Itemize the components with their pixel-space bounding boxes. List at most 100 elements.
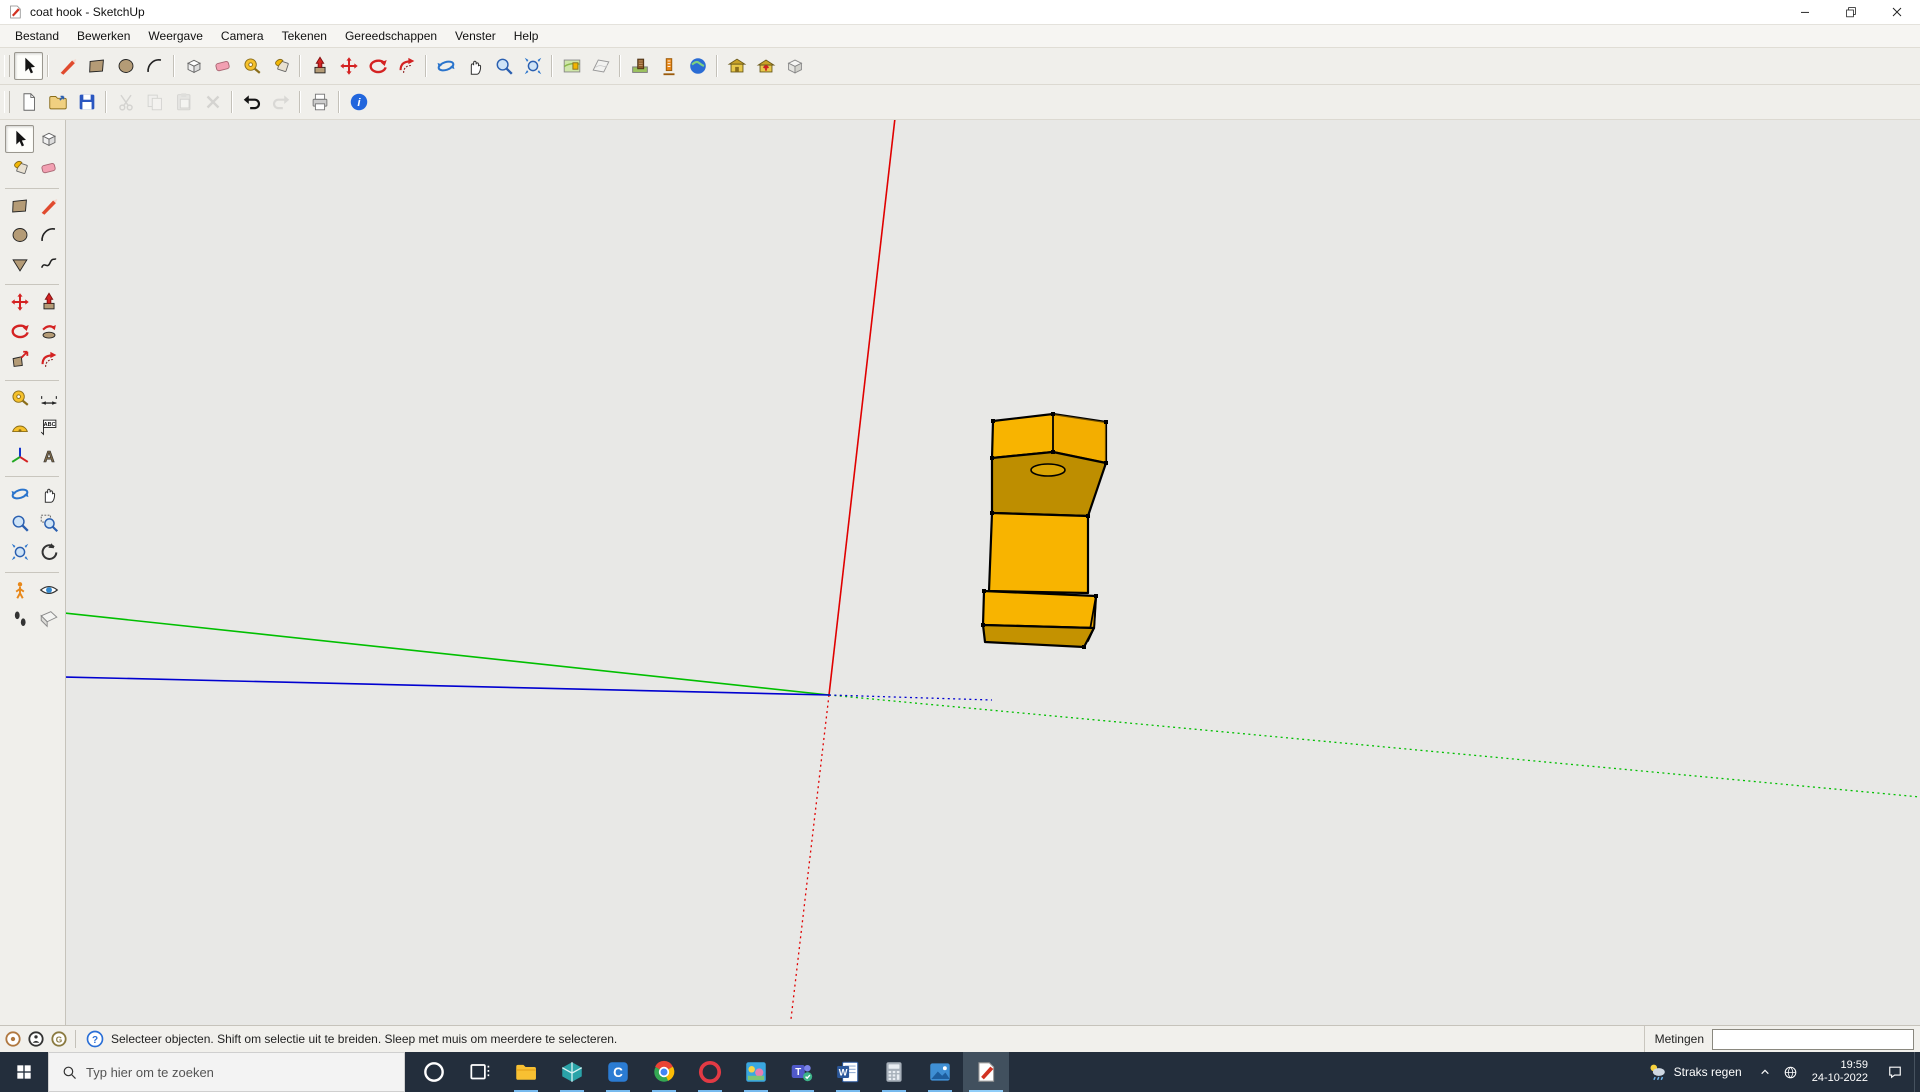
menu-bestand[interactable]: Bestand xyxy=(6,26,68,46)
taskbar-task-view[interactable] xyxy=(457,1052,503,1092)
palette-previous-button[interactable] xyxy=(34,538,63,566)
palette-follow-me-button[interactable] xyxy=(34,317,63,345)
palette-offset-button[interactable] xyxy=(34,346,63,374)
tool-share-model-button[interactable] xyxy=(751,52,780,80)
palette-scale-button[interactable] xyxy=(5,346,34,374)
taskbar-file-explorer[interactable] xyxy=(503,1052,549,1092)
tool-eraser-button[interactable] xyxy=(208,52,237,80)
standard-print-button[interactable] xyxy=(305,88,334,116)
palette-look-around-button[interactable] xyxy=(34,576,63,604)
standard-delete-button[interactable] xyxy=(198,88,227,116)
palette-zoom-button[interactable] xyxy=(5,509,34,537)
taskbar-sketchup[interactable] xyxy=(963,1052,1009,1092)
palette-zoom-window-button[interactable] xyxy=(34,509,63,537)
drawing-viewport[interactable] xyxy=(66,120,1920,1025)
palette-3d-text-button[interactable]: A xyxy=(34,442,63,470)
standard-undo-button[interactable] xyxy=(237,88,266,116)
sign-in-icon[interactable]: G xyxy=(49,1029,69,1049)
standard-cut-button[interactable] xyxy=(111,88,140,116)
taskbar-word[interactable]: W xyxy=(825,1052,871,1092)
tool-add-location-button[interactable] xyxy=(557,52,586,80)
menu-venster[interactable]: Venster xyxy=(446,26,505,46)
taskbar-teams[interactable]: T xyxy=(779,1052,825,1092)
palette-move-button[interactable] xyxy=(5,288,34,316)
tool-zoom-extents-button[interactable] xyxy=(518,52,547,80)
standard-copy-button[interactable] xyxy=(140,88,169,116)
hidden-icons-chevron[interactable] xyxy=(1752,1052,1778,1092)
palette-rotate-button[interactable] xyxy=(5,317,34,345)
palette-push-pull-button[interactable] xyxy=(34,288,63,316)
palette-axes-button[interactable] xyxy=(5,442,34,470)
standard-model-info-button[interactable]: i xyxy=(344,88,373,116)
palette-protractor-button[interactable] xyxy=(5,413,34,441)
tool-push-pull-button[interactable] xyxy=(305,52,334,80)
palette-circle-button[interactable] xyxy=(5,221,34,249)
palette-section-plane-button[interactable] xyxy=(34,605,63,633)
start-button[interactable] xyxy=(0,1052,48,1092)
tool-circle-button[interactable] xyxy=(111,52,140,80)
tool-select-button[interactable] xyxy=(14,52,43,80)
minimize-button[interactable] xyxy=(1782,0,1828,24)
restore-button[interactable] xyxy=(1828,0,1874,24)
palette-text-button[interactable]: ABC xyxy=(34,413,63,441)
toolbar-grip[interactable] xyxy=(4,55,10,77)
tool-tape-measure-button[interactable] xyxy=(237,52,266,80)
palette-position-camera-button[interactable] xyxy=(5,576,34,604)
palette-paint-bucket-button[interactable] xyxy=(5,154,34,182)
taskbar-calculator[interactable] xyxy=(871,1052,917,1092)
taskbar-clock[interactable]: 19:59 24-10-2022 xyxy=(1804,1059,1876,1085)
tool-rotate-button[interactable] xyxy=(363,52,392,80)
palette-arc-button[interactable] xyxy=(34,221,63,249)
tool-arc-button[interactable] xyxy=(140,52,169,80)
tool-move-button[interactable] xyxy=(334,52,363,80)
tool-line-button[interactable] xyxy=(53,52,82,80)
toolbar-grip[interactable] xyxy=(4,91,10,113)
palette-pan-button[interactable] xyxy=(34,480,63,508)
tool-get-models-button[interactable] xyxy=(722,52,751,80)
tool-add-building-button[interactable] xyxy=(654,52,683,80)
taskbar-sims4[interactable] xyxy=(733,1052,779,1092)
palette-make-component-button[interactable] xyxy=(34,125,63,153)
tool-google-earth-button[interactable] xyxy=(683,52,712,80)
palette-tape-measure-button[interactable] xyxy=(5,384,34,412)
standard-redo-button[interactable] xyxy=(266,88,295,116)
palette-polygon-button[interactable] xyxy=(5,250,34,278)
taskbar-opera[interactable] xyxy=(687,1052,733,1092)
tool-photo-textures-button[interactable] xyxy=(625,52,654,80)
tool-zoom-button[interactable] xyxy=(489,52,518,80)
palette-eraser-button[interactable] xyxy=(34,154,63,182)
menu-tekenen[interactable]: Tekenen xyxy=(273,26,336,46)
coat-hook-model[interactable] xyxy=(981,412,1108,649)
taskbar-clipchamp[interactable]: C xyxy=(595,1052,641,1092)
menu-camera[interactable]: Camera xyxy=(212,26,273,46)
help-icon[interactable]: ? xyxy=(85,1029,105,1049)
palette-freehand-button[interactable] xyxy=(34,250,63,278)
close-button[interactable] xyxy=(1874,0,1920,24)
notification-center-button[interactable] xyxy=(1876,1052,1914,1092)
geolocation-status-icon[interactable] xyxy=(3,1029,23,1049)
tool-send-to-layout-button[interactable] xyxy=(780,52,809,80)
palette-rectangle-button[interactable] xyxy=(5,192,34,220)
network-tray-icon[interactable] xyxy=(1778,1052,1804,1092)
standard-new-button[interactable] xyxy=(14,88,43,116)
standard-save-button[interactable] xyxy=(72,88,101,116)
measurements-input[interactable] xyxy=(1712,1029,1914,1050)
standard-open-button[interactable] xyxy=(43,88,72,116)
taskbar-chrome[interactable] xyxy=(641,1052,687,1092)
palette-dimension-button[interactable] xyxy=(34,384,63,412)
menu-weergave[interactable]: Weergave xyxy=(139,26,211,46)
tool-make-component-button[interactable] xyxy=(179,52,208,80)
standard-paste-button[interactable] xyxy=(169,88,198,116)
palette-orbit-button[interactable] xyxy=(5,480,34,508)
palette-select-button[interactable] xyxy=(5,125,34,153)
claim-credit-icon[interactable] xyxy=(26,1029,46,1049)
tool-paint-bucket-button[interactable] xyxy=(266,52,295,80)
tool-toggle-terrain-button[interactable] xyxy=(586,52,615,80)
menu-help[interactable]: Help xyxy=(505,26,548,46)
tool-pan-button[interactable] xyxy=(460,52,489,80)
palette-walk-button[interactable] xyxy=(5,605,34,633)
tool-orbit-button[interactable] xyxy=(431,52,460,80)
show-desktop-button[interactable] xyxy=(1914,1052,1920,1092)
palette-zoom-extents-button[interactable] xyxy=(5,538,34,566)
taskbar-3d-app[interactable] xyxy=(549,1052,595,1092)
